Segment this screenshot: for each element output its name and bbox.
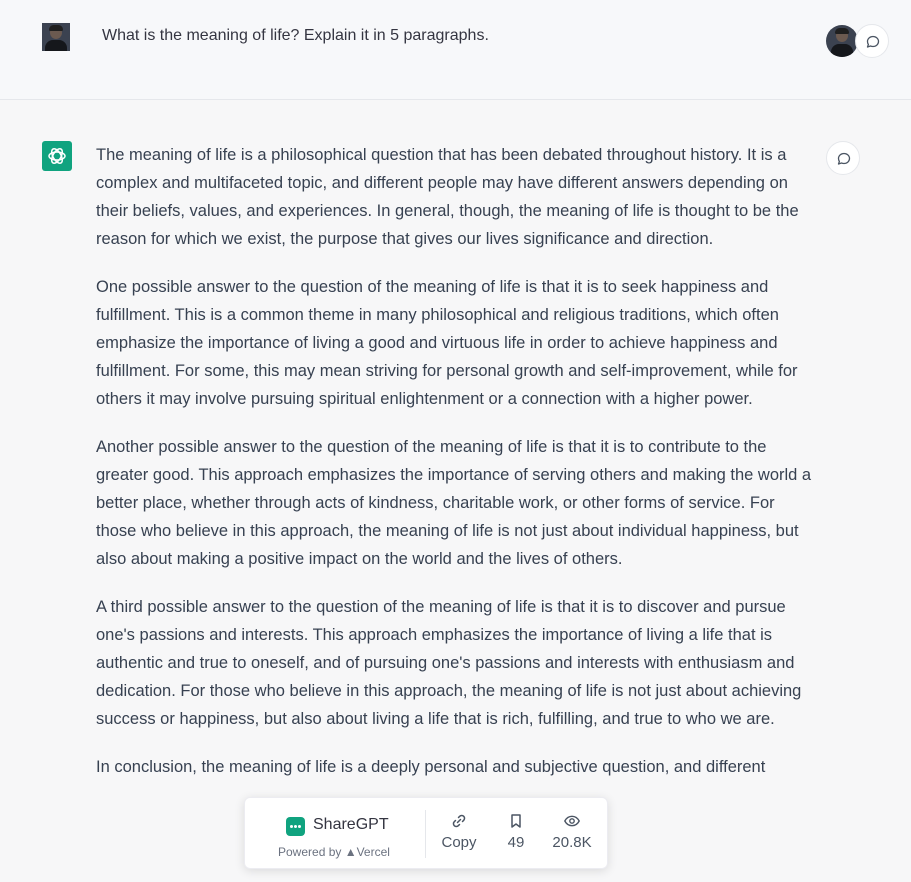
response-paragraph: A third possible answer to the question … xyxy=(96,598,802,728)
assistant-response: The meaning of life is a philosophical q… xyxy=(96,141,814,801)
bookmark-button[interactable]: 49 xyxy=(503,812,529,851)
copy-label: Copy xyxy=(441,834,477,851)
views-counter: 20.8K xyxy=(549,812,595,851)
openai-logo-icon xyxy=(48,148,66,164)
eye-icon xyxy=(564,815,580,827)
response-comment-button[interactable] xyxy=(826,141,860,175)
bookmark-count: 49 xyxy=(507,834,525,851)
sharegpt-logo-icon xyxy=(286,817,305,836)
response-paragraph: In conclusion, the meaning of life is a … xyxy=(96,758,766,776)
assistant-avatar xyxy=(42,141,72,171)
user-comment-button[interactable] xyxy=(855,24,889,58)
response-paragraph: Another possible answer to the question … xyxy=(96,438,812,568)
sharegpt-brand-link[interactable]: ShareGPT Powered by ▲Vercel xyxy=(245,798,425,870)
user-avatar xyxy=(42,23,70,51)
link-icon xyxy=(452,814,466,828)
response-paragraph: The meaning of life is a philosophical q… xyxy=(96,146,799,248)
user-message-row: What is the meaning of life? Explain it … xyxy=(0,0,911,100)
author-avatar[interactable] xyxy=(826,25,858,57)
user-question: What is the meaning of life? Explain it … xyxy=(102,27,489,44)
toolbar-divider xyxy=(425,810,426,858)
sharegpt-toolbar: ShareGPT Powered by ▲Vercel Copy 49 20.8… xyxy=(244,797,608,869)
response-paragraph: One possible answer to the question of t… xyxy=(96,278,798,408)
speech-bubble-icon xyxy=(837,152,851,165)
copy-link-button[interactable]: Copy xyxy=(441,812,477,851)
powered-by-vercel: Powered by ▲Vercel xyxy=(278,845,390,859)
speech-bubble-icon xyxy=(866,35,880,48)
sharegpt-name: ShareGPT xyxy=(313,816,389,833)
view-count: 20.8K xyxy=(552,834,592,851)
bookmark-icon xyxy=(511,814,521,828)
